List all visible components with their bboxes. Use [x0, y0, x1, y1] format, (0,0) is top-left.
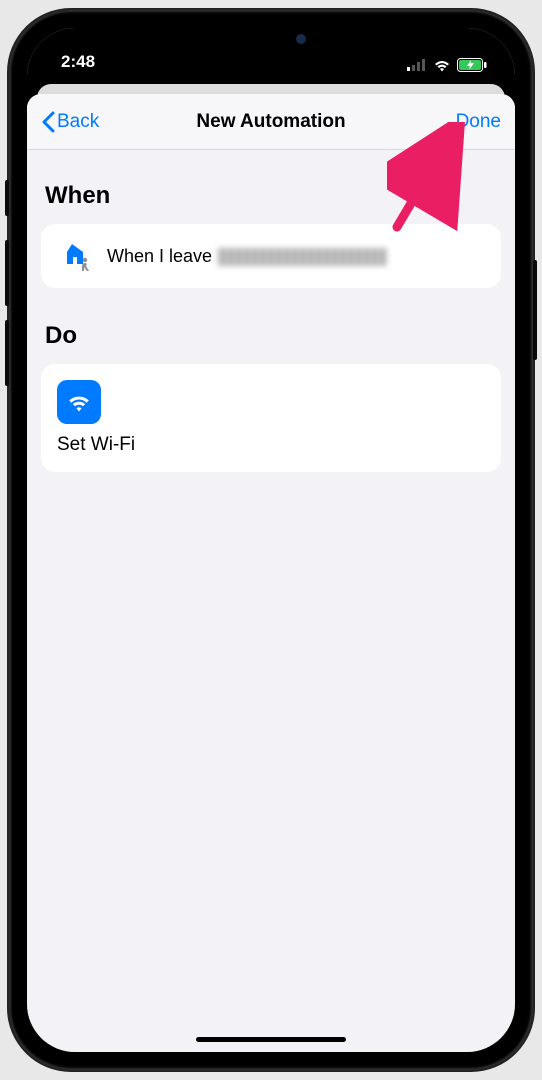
mute-switch: [5, 180, 9, 216]
wifi-action-icon: [57, 380, 101, 424]
when-trigger-card[interactable]: When I leave: [41, 224, 501, 288]
trigger-text: When I leave: [107, 246, 387, 267]
do-action-card[interactable]: Set Wi-Fi: [41, 364, 501, 472]
cellular-signal-icon: [407, 59, 427, 71]
when-section-title: When: [45, 182, 497, 210]
status-time: 2:48: [61, 52, 95, 72]
redacted-location: [217, 248, 387, 266]
content-area: When When I leave: [27, 150, 515, 1052]
action-label: Set Wi-Fi: [57, 434, 485, 456]
home-indicator[interactable]: [196, 1037, 346, 1042]
done-button[interactable]: Done: [401, 111, 501, 133]
leave-home-icon: [57, 238, 93, 274]
back-label: Back: [57, 111, 99, 133]
back-button[interactable]: Back: [41, 111, 141, 133]
page-title: New Automation: [141, 111, 401, 133]
power-button: [533, 260, 537, 360]
modal-stack: Back New Automation Done When: [27, 76, 515, 1052]
screen: 2:48 Back: [27, 28, 515, 1052]
volume-up: [5, 240, 9, 306]
volume-down: [5, 320, 9, 386]
nav-bar: Back New Automation Done: [27, 94, 515, 150]
notch: [166, 26, 376, 58]
battery-charging-icon: [457, 58, 487, 72]
wifi-icon: [433, 59, 451, 72]
do-section-title: Do: [45, 322, 497, 350]
status-indicators: [407, 58, 487, 72]
chevron-left-icon: [41, 111, 55, 133]
modal-sheet: Back New Automation Done When: [27, 94, 515, 1052]
phone-frame: 2:48 Back: [9, 10, 533, 1070]
